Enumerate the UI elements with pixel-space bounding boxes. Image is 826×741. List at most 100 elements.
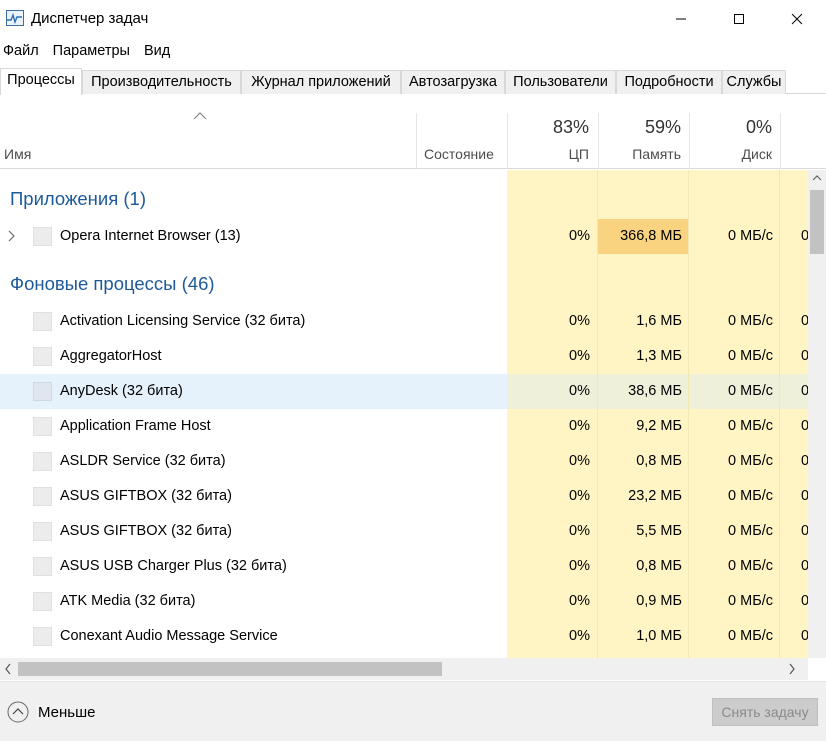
disk-total-percent: 0% <box>745 117 772 137</box>
table-row[interactable]: ASLDR Service (32 бита) 0% 0,8 МБ 0 МБ/с… <box>0 444 808 479</box>
table-row[interactable]: ATK Media (32 бита) 0% 0,9 МБ 0 МБ/с 0 <box>0 584 808 619</box>
scroll-left-icon[interactable] <box>4 663 12 675</box>
close-button[interactable] <box>774 0 820 38</box>
process-icon <box>33 417 52 436</box>
network-value: 0 <box>801 383 808 399</box>
minimize-button[interactable] <box>658 0 704 38</box>
cpu-value: 0% <box>569 523 590 539</box>
vertical-scroll-thumb[interactable] <box>810 190 824 254</box>
collapse-chevron-icon[interactable] <box>7 701 29 723</box>
horizontal-scrollbar[interactable] <box>0 658 808 680</box>
disk-value: 0 МБ/с <box>728 348 773 364</box>
process-icon <box>33 227 52 246</box>
fewer-details-link[interactable]: Меньше <box>38 704 95 721</box>
table-row[interactable]: ASUS USB Charger Plus (32 бита) 0% 0,8 М… <box>0 549 808 584</box>
group-header-apps[interactable]: Приложения (1) <box>10 188 146 210</box>
disk-value: 0 МБ/с <box>728 523 773 539</box>
network-value: 0 <box>801 418 808 434</box>
process-name: Activation Licensing Service (32 бита) <box>60 313 306 329</box>
process-icon <box>33 312 52 331</box>
process-name: ASUS GIFTBOX (32 бита) <box>60 523 232 539</box>
process-icon <box>33 557 52 576</box>
tab-details[interactable]: Подробности <box>616 70 722 94</box>
process-icon <box>33 487 52 506</box>
task-manager-icon <box>6 10 24 26</box>
cpu-value: 0% <box>569 418 590 434</box>
network-value: 0 <box>801 523 808 539</box>
memory-value: 23,2 МБ <box>628 488 682 504</box>
chevron-right-icon[interactable] <box>6 229 16 243</box>
group-header-background[interactable]: Фоновые процессы (46) <box>10 273 215 295</box>
tab-processes[interactable]: Процессы <box>0 68 82 95</box>
memory-value: 0,8 МБ <box>636 558 682 574</box>
column-state[interactable]: Состояние <box>424 146 494 162</box>
cpu-value: 0% <box>569 313 590 329</box>
table-row[interactable]: Application Frame Host 0% 9,2 МБ 0 МБ/с … <box>0 409 808 444</box>
maximize-button[interactable] <box>716 0 762 38</box>
column-divider[interactable] <box>416 113 417 169</box>
window-title: Диспетчер задач <box>31 10 149 27</box>
column-divider[interactable] <box>780 113 781 169</box>
process-name: ASUS USB Charger Plus (32 бита) <box>60 558 287 574</box>
memory-value: 5,5 МБ <box>636 523 682 539</box>
tab-performance[interactable]: Производительность <box>82 70 241 94</box>
menu-view[interactable]: Вид <box>141 40 173 62</box>
tab-services[interactable]: Службы <box>722 70 786 94</box>
disk-value: 0 МБ/с <box>728 313 773 329</box>
cpu-value: 0% <box>569 628 590 644</box>
disk-value: 0 МБ/с <box>728 418 773 434</box>
footer-bar: Меньше Снять задачу <box>0 681 826 741</box>
column-divider[interactable] <box>598 113 599 169</box>
network-value: 0 <box>801 348 808 364</box>
cpu-total-percent: 83% <box>552 117 589 137</box>
close-icon <box>791 13 803 25</box>
network-value: 0 <box>801 488 808 504</box>
disk-value: 0 МБ/с <box>728 228 773 244</box>
sort-ascending-icon[interactable] <box>193 112 207 120</box>
table-row[interactable]: ASUS GIFTBOX (32 бита) 0% 23,2 МБ 0 МБ/с… <box>0 479 808 514</box>
disk-value: 0 МБ/с <box>728 453 773 469</box>
memory-value: 0,9 МБ <box>636 593 682 609</box>
column-cpu[interactable]: ЦП <box>569 146 589 162</box>
process-name: AggregatorHost <box>60 348 162 364</box>
tab-users[interactable]: Пользователи <box>505 70 616 94</box>
cpu-value: 0% <box>569 383 590 399</box>
end-task-button[interactable]: Снять задачу <box>712 698 818 726</box>
table-row[interactable]: Activation Licensing Service (32 бита) 0… <box>0 304 808 339</box>
memory-value: 1,6 МБ <box>636 313 682 329</box>
column-name[interactable]: Имя <box>4 146 31 162</box>
table-row-selected[interactable]: AnyDesk (32 бита) 0% 38,6 МБ 0 МБ/с 0 <box>0 374 808 409</box>
maximize-icon <box>734 14 744 24</box>
network-value: 0 <box>801 228 808 244</box>
menu-options[interactable]: Параметры <box>50 40 133 62</box>
table-row[interactable]: Conexant Audio Message Service 0% 1,0 МБ… <box>0 619 808 654</box>
column-divider[interactable] <box>689 113 690 169</box>
vertical-scrollbar[interactable] <box>808 170 826 658</box>
process-name: ATK Media (32 бита) <box>60 593 196 609</box>
process-icon <box>33 382 52 401</box>
horizontal-scroll-thumb[interactable] <box>18 662 442 676</box>
tab-strip: Процессы Производительность Журнал прило… <box>0 68 826 95</box>
column-disk[interactable]: Диск <box>742 146 772 162</box>
memory-value: 366,8 МБ <box>620 228 682 244</box>
menu-file[interactable]: Файл <box>0 40 42 62</box>
cpu-value: 0% <box>569 228 590 244</box>
column-divider[interactable] <box>507 113 508 169</box>
menu-bar: Файл Параметры Вид <box>0 40 181 62</box>
process-icon <box>33 522 52 541</box>
process-name: Application Frame Host <box>60 418 211 434</box>
tab-app-history[interactable]: Журнал приложений <box>241 70 401 94</box>
table-row[interactable]: ASUS GIFTBOX (32 бита) 0% 5,5 МБ 0 МБ/с … <box>0 514 808 549</box>
process-name: AnyDesk (32 бита) <box>60 383 183 399</box>
network-value: 0 <box>801 593 808 609</box>
table-row[interactable]: AggregatorHost 0% 1,3 МБ 0 МБ/с 0 <box>0 339 808 374</box>
process-name: Opera Internet Browser (13) <box>60 228 241 244</box>
tab-startup[interactable]: Автозагрузка <box>401 70 505 94</box>
memory-value: 1,0 МБ <box>636 628 682 644</box>
table-row[interactable]: Opera Internet Browser (13) 0% 366,8 МБ … <box>0 219 808 254</box>
column-memory[interactable]: Память <box>632 146 681 162</box>
disk-value: 0 МБ/с <box>728 488 773 504</box>
scroll-right-icon[interactable] <box>788 663 796 675</box>
scroll-up-icon[interactable] <box>812 174 822 182</box>
cpu-value: 0% <box>569 453 590 469</box>
